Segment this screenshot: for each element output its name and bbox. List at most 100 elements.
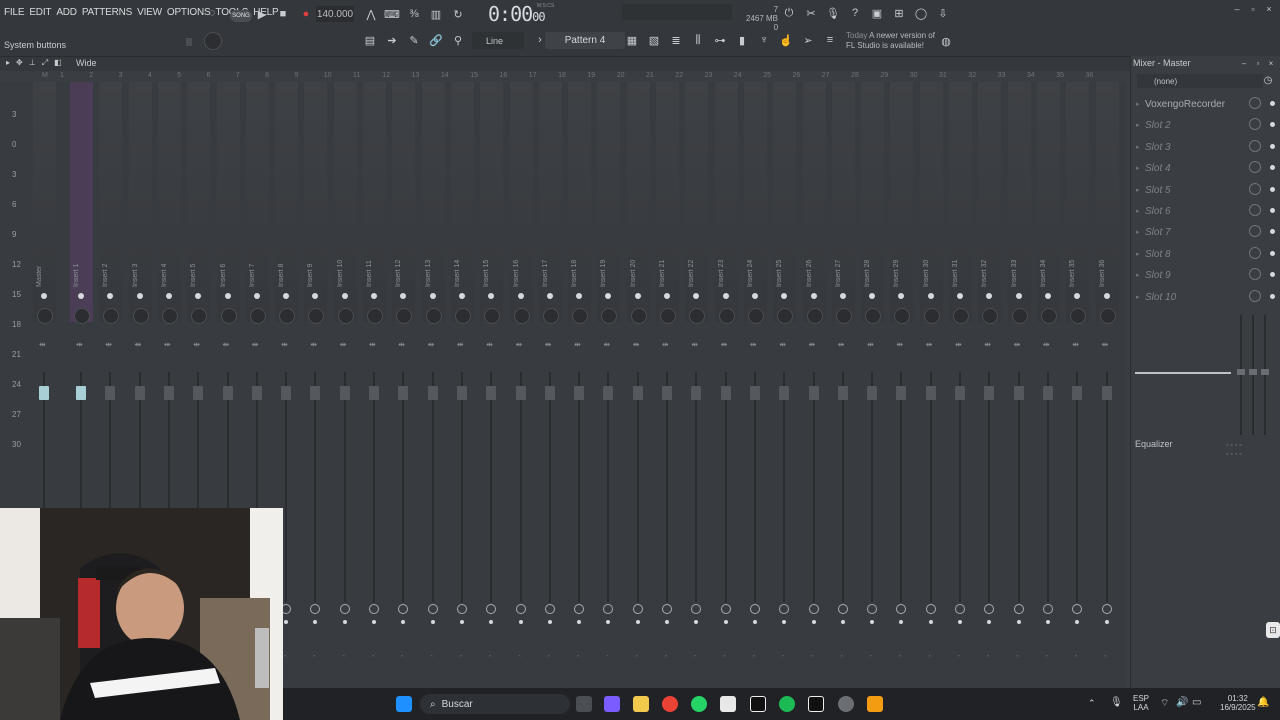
stereo-icon[interactable]: ⇹ <box>486 340 493 349</box>
volume-fader[interactable] <box>749 386 760 400</box>
stereo-icon[interactable]: ⇹ <box>809 340 816 349</box>
pan-knob[interactable] <box>630 308 647 324</box>
pan-knob[interactable] <box>718 308 735 324</box>
volume-fader[interactable] <box>720 386 731 400</box>
close-icon[interactable]: × <box>1262 2 1276 16</box>
route-button[interactable] <box>574 604 585 614</box>
playlist-icon[interactable]: ▤ <box>361 31 379 49</box>
stereo-icon[interactable]: ⇹ <box>281 340 288 349</box>
stereo-icon[interactable]: ⇹ <box>105 340 112 349</box>
slot-arrow-icon[interactable]: ▸ <box>1136 271 1140 279</box>
tray-chevron-icon[interactable]: ⌃ <box>1088 698 1096 709</box>
route-led[interactable] <box>606 620 611 624</box>
volume-fader[interactable] <box>515 386 526 400</box>
pan-knob[interactable] <box>74 308 90 324</box>
strip-enable-led[interactable] <box>136 293 143 299</box>
stereo-icon[interactable]: ⇹ <box>1043 340 1050 349</box>
stereo-icon[interactable]: ⇹ <box>955 340 962 349</box>
volume-fader[interactable] <box>1101 386 1112 400</box>
menu-file[interactable]: FILE <box>4 7 25 18</box>
volume-fader[interactable] <box>544 386 555 400</box>
news-panel[interactable]: Today A newer version of FL Studio is ava… <box>846 31 936 51</box>
route-button[interactable] <box>1072 604 1083 614</box>
insert-strip[interactable]: Insert 35 ⇹ ⌃ <box>1064 82 1091 687</box>
route-led[interactable] <box>694 620 699 624</box>
effect-slot[interactable]: ▸ Slot 6 <box>1136 203 1276 223</box>
capcut-icon[interactable] <box>750 696 766 712</box>
insert-strip[interactable]: Insert 9 ⇹ ⌃ <box>302 82 329 687</box>
route-led[interactable] <box>899 620 904 624</box>
effect-slot[interactable]: ▸ Slot 10 <box>1136 289 1276 309</box>
slot-enable-led[interactable] <box>1270 293 1275 299</box>
route-button[interactable] <box>837 604 848 614</box>
effect-slot[interactable]: ▸ Slot 4 <box>1136 160 1276 180</box>
stereo-icon[interactable]: ⇹ <box>984 340 991 349</box>
piano-roll-icon[interactable]: ▧ <box>645 31 663 49</box>
volume-fader[interactable] <box>925 386 936 400</box>
route-button[interactable] <box>955 604 965 614</box>
pan-knob[interactable] <box>1011 308 1028 324</box>
battery-icon[interactable]: ▭ <box>1192 697 1201 708</box>
wait-input-icon[interactable]: ▥ <box>427 5 445 23</box>
stereo-icon[interactable]: ⇹ <box>1072 340 1079 349</box>
touch-icon[interactable]: ☝ <box>777 31 795 49</box>
slot-mix-knob[interactable] <box>1249 161 1261 174</box>
volume-icon[interactable]: 🔊 <box>1176 697 1188 708</box>
insert-strip[interactable]: Insert 31 ⇹ ⌃ <box>947 82 974 687</box>
language-indicator[interactable]: ESP LAA <box>1133 694 1149 712</box>
route-led[interactable] <box>665 620 669 624</box>
route-led[interactable] <box>782 620 787 624</box>
slot-arrow-icon[interactable]: ▸ <box>1136 207 1140 215</box>
song-mode-toggle[interactable]: SONG <box>230 10 252 22</box>
steam-icon[interactable] <box>808 696 824 712</box>
route-arrow-icon[interactable]: ⌃ <box>575 654 581 662</box>
route-button[interactable] <box>603 604 614 614</box>
route-arrow-icon[interactable]: ⌃ <box>1015 654 1021 662</box>
route-button[interactable] <box>369 604 379 614</box>
route-button[interactable] <box>398 604 409 614</box>
volume-fader[interactable] <box>603 386 614 400</box>
save-icon[interactable]: ▣ <box>868 4 886 22</box>
stereo-icon[interactable]: ⇹ <box>252 340 259 349</box>
play-button[interactable]: ▶ <box>253 5 271 23</box>
insert-strip[interactable]: Insert 21 ⇹ ⌃ <box>654 82 681 687</box>
pan-knob[interactable] <box>249 308 266 324</box>
stereo-icon[interactable]: ⇹ <box>340 340 347 349</box>
route-button[interactable] <box>662 604 672 614</box>
strip-enable-led[interactable] <box>253 293 260 299</box>
stereo-icon[interactable]: ⇹ <box>896 340 903 349</box>
minimize-icon[interactable]: – <box>1230 2 1244 16</box>
task-view-icon[interactable] <box>576 696 592 712</box>
pan-knob[interactable] <box>337 308 354 324</box>
snap-selector[interactable]: Line <box>472 32 524 49</box>
slot-enable-led[interactable] <box>1270 208 1275 213</box>
pan-knob[interactable] <box>425 308 442 324</box>
pan-knob[interactable] <box>542 308 559 324</box>
menu-edit[interactable]: EDIT <box>29 7 51 18</box>
strip-enable-led[interactable] <box>78 293 84 299</box>
stereo-icon[interactable]: ⇹ <box>545 340 552 349</box>
volume-fader[interactable] <box>837 386 848 400</box>
route-arrow-icon[interactable]: ⌃ <box>780 654 786 662</box>
route-arrow-icon[interactable]: ⌃ <box>487 654 493 662</box>
stereo-icon[interactable]: ⇹ <box>39 340 46 349</box>
tray-mic-icon[interactable]: 🎙 <box>1110 697 1123 708</box>
menu-add[interactable]: ADD <box>56 7 77 18</box>
insert-strip[interactable]: Insert 17 ⇹ ⌃ <box>537 82 564 687</box>
pan-knob[interactable] <box>367 308 383 324</box>
slot-arrow-icon[interactable]: ▸ <box>1136 293 1140 301</box>
route-button[interactable] <box>1042 604 1053 614</box>
stereo-icon[interactable]: ⇹ <box>135 340 142 349</box>
volume-fader[interactable] <box>632 386 643 400</box>
route-arrow-icon[interactable]: ⌃ <box>1103 654 1109 662</box>
stereo-icon[interactable]: ⇹ <box>398 340 405 349</box>
route-led[interactable] <box>840 620 845 624</box>
insert-strip[interactable]: Insert 32 ⇹ ⌃ <box>976 82 1003 687</box>
volume-fader[interactable] <box>984 386 995 400</box>
stereo-icon[interactable]: ⇹ <box>1102 340 1109 349</box>
route-led[interactable] <box>401 620 406 624</box>
insert-strip[interactable]: Insert 18 ⇹ ⌃ <box>566 82 593 687</box>
taskbar-search[interactable]: ⌕ Buscar <box>420 694 570 714</box>
route-led[interactable] <box>1104 620 1109 624</box>
script-icon[interactable]: ≡ <box>821 31 839 49</box>
